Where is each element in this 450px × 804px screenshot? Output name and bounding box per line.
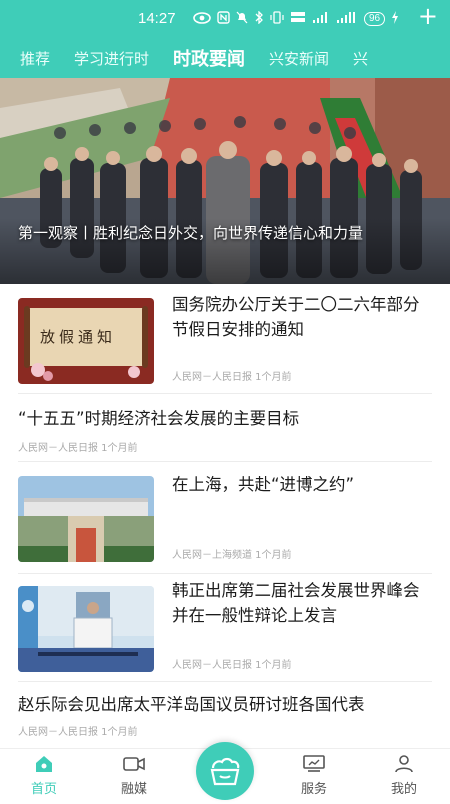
news-thumbnail-summit (18, 586, 154, 672)
news-item[interactable]: 韩正出席第二届社会发展世界峰会并在一般性辩论上发言 人民网－人民日报 1个月前 (18, 574, 432, 682)
monitor-icon (303, 755, 325, 772)
tab-xing[interactable]: 兴 (353, 48, 368, 69)
signal-4g-icon (312, 11, 330, 27)
vibrate-icon (270, 11, 284, 27)
hero-caption[interactable]: 第一观察丨胜利纪念日外交，向世界传递信心和力量 (18, 223, 438, 244)
tab-recommend[interactable]: 推荐 (20, 48, 50, 69)
nav-home[interactable]: 首页 (14, 755, 74, 797)
home-icon (36, 756, 52, 772)
video-camera-icon (123, 757, 145, 771)
nav-media[interactable]: 融媒 (104, 755, 164, 797)
nav-media-label: 融媒 (120, 782, 147, 797)
channel-tabs: 推荐 学习进行时 时政要闻 兴安新闻 兴 (0, 40, 450, 76)
nav-mine[interactable]: 我的 (374, 755, 434, 797)
nav-home-label: 首页 (30, 782, 57, 797)
news-title[interactable]: 在上海，共赴“进博之约” (172, 472, 427, 497)
battery-indicator: 96 (364, 12, 386, 26)
news-item[interactable]: 放假通知 国务院办公厅关于二〇二六年部分节假日安排的通知 人民网－人民日报 1个… (18, 290, 432, 394)
news-title[interactable]: 赵乐际会见出席太平洋岛国议员研讨班各国代表 (18, 692, 432, 717)
data-speed-icon (290, 11, 306, 27)
news-meta: 人民网－人民日报 1个月前 (172, 660, 292, 671)
news-meta: 人民网－上海频道 1个月前 (172, 550, 292, 561)
top-header: 14:27 96 推荐 学习进行时 时政要闻 兴安新闻 兴 + (0, 0, 450, 78)
hero-photo (0, 78, 450, 284)
eye-icon (193, 11, 211, 27)
news-title[interactable]: “十五五”时期经济社会发展的主要目标 (18, 406, 432, 431)
news-item[interactable]: 赵乐际会见出席太平洋岛国议员研讨班各国代表 人民网－人民日报 1个月前 (18, 682, 432, 744)
signal-5g-icon (336, 11, 358, 27)
charging-icon (391, 11, 399, 27)
tab-politics[interactable]: 时政要闻 (173, 45, 245, 71)
tab-study[interactable]: 学习进行时 (74, 48, 149, 69)
bluetooth-icon (254, 10, 264, 27)
thumbnail-text: 放假通知 (40, 328, 117, 346)
news-meta: 人民网－人民日报 1个月前 (172, 372, 292, 383)
hero-banner[interactable]: 第一观察丨胜利纪念日外交，向世界传递信心和力量 (0, 78, 450, 284)
tab-xingan-news[interactable]: 兴安新闻 (269, 48, 329, 69)
add-channel-button[interactable]: + (409, 2, 438, 30)
mute-icon (236, 11, 248, 27)
news-thumbnail-expo (18, 476, 154, 562)
status-time: 14:27 (138, 10, 176, 27)
status-icons: 96 (193, 10, 399, 27)
user-icon (395, 755, 413, 773)
nav-service[interactable]: 服务 (284, 755, 344, 797)
news-title[interactable]: 韩正出席第二届社会发展世界峰会并在一般性辩论上发言 (172, 578, 430, 628)
news-item[interactable]: “十五五”时期经济社会发展的主要目标 人民网－人民日报 1个月前 (18, 394, 432, 462)
news-title[interactable]: 国务院办公厅关于二〇二六年部分节假日安排的通知 (172, 292, 427, 342)
news-meta: 人民网－人民日报 1个月前 (18, 727, 138, 738)
nfc-icon (217, 11, 230, 27)
nav-mine-label: 我的 (390, 782, 417, 797)
nav-service-label: 服务 (300, 782, 327, 797)
cloud-bag-icon (210, 757, 240, 786)
news-item[interactable]: 在上海，共赴“进博之约” 人民网－上海频道 1个月前 (18, 462, 432, 574)
status-bar: 14:27 96 (0, 0, 450, 38)
news-thumbnail-holiday: 放假通知 (18, 298, 154, 384)
news-meta: 人民网－人民日报 1个月前 (18, 443, 138, 454)
center-action-button[interactable] (196, 742, 254, 800)
